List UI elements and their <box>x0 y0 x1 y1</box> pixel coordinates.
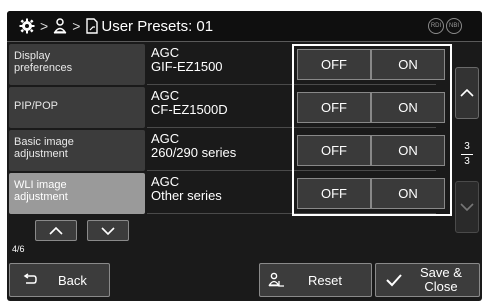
nbi-indicator-icon: NBI <box>446 18 462 34</box>
rdi-indicator-icon: RDI <box>428 18 444 34</box>
menu-item-basic-image-adjustment[interactable]: Basic image adjustment <box>9 130 145 171</box>
chevron-up-icon <box>460 89 474 97</box>
on-button[interactable]: ON <box>371 49 445 80</box>
status-indicators: RDI NBI <box>428 18 462 34</box>
total-pages: 3 <box>464 156 470 167</box>
agc-toggle: OFF ON <box>297 135 445 166</box>
current-page: 3 <box>464 141 470 152</box>
save-close-label: Save & Close <box>420 265 462 294</box>
scroll-down-button[interactable] <box>455 181 479 233</box>
setting-row-agc-gif-ez1500: AGC GIF-EZ1500 OFF ON <box>147 44 445 85</box>
menu-item-label: Display <box>14 50 51 62</box>
menu-item-pip-pop[interactable]: PIP/POP <box>9 87 145 128</box>
on-button[interactable]: ON <box>371 92 445 123</box>
setting-label: AGC CF-EZ1500D <box>151 88 228 117</box>
user-presets-screen: > > User Presets: 01 RDI NBI Display pre… <box>7 11 482 301</box>
checkmark-icon <box>386 274 402 287</box>
save-and-close-button[interactable]: Save & Close <box>375 263 480 297</box>
breadcrumb-separator: > <box>72 18 81 34</box>
reset-label: Reset <box>308 272 342 288</box>
user-icon <box>53 11 67 41</box>
menu-item-label: adjustment <box>14 191 68 203</box>
setting-row-agc-other-series: AGC Other series OFF ON <box>147 173 445 214</box>
menu-page-up-button[interactable] <box>35 220 77 241</box>
user-reset-icon <box>268 272 284 287</box>
menu-item-label: Basic image <box>14 136 74 148</box>
menu-page-down-button[interactable] <box>87 220 129 241</box>
return-arrow-icon <box>23 273 37 284</box>
menu-item-label: adjustment <box>14 148 68 160</box>
document-icon <box>85 11 99 41</box>
on-button[interactable]: ON <box>371 135 445 166</box>
menu-item-label: WLI image <box>14 179 67 191</box>
setting-label: AGC Other series <box>151 174 222 203</box>
setting-label: AGC 260/290 series <box>151 131 237 160</box>
settings-gear-icon[interactable] <box>19 11 35 41</box>
menu-item-wli-image-adjustment[interactable]: WLI image adjustment <box>9 173 145 214</box>
menu-item-label: preferences <box>14 62 73 74</box>
breadcrumb-separator: > <box>40 18 49 34</box>
setting-label: AGC GIF-EZ1500 <box>151 45 223 74</box>
off-button[interactable]: OFF <box>297 92 371 123</box>
menu-item-display-preferences[interactable]: Display preferences <box>9 44 145 85</box>
back-button[interactable]: Back <box>9 263 110 297</box>
chevron-down-icon <box>101 226 115 235</box>
on-button[interactable]: ON <box>371 178 445 209</box>
off-button[interactable]: OFF <box>297 49 371 80</box>
page-title: User Presets: 01 <box>101 17 214 35</box>
off-button[interactable]: OFF <box>297 135 371 166</box>
setting-row-agc-cf-ez1500d: AGC CF-EZ1500D OFF ON <box>147 87 445 128</box>
scroll-up-button[interactable] <box>455 67 479 119</box>
menu-item-label: PIP/POP <box>14 100 59 112</box>
back-label: Back <box>58 272 87 288</box>
header-bar: > > User Presets: 01 RDI NBI <box>7 11 482 42</box>
scroll-page-indicator: 3 3 <box>455 141 479 168</box>
chevron-up-icon <box>49 226 63 235</box>
agc-toggle: OFF ON <box>297 49 445 80</box>
agc-toggle: OFF ON <box>297 178 445 209</box>
chevron-down-icon <box>460 203 474 211</box>
agc-toggle: OFF ON <box>297 92 445 123</box>
setting-row-agc-260-290-series: AGC 260/290 series OFF ON <box>147 130 445 171</box>
reset-button[interactable]: Reset <box>259 263 372 297</box>
menu-page-indicator: 4/6 <box>12 244 25 254</box>
off-button[interactable]: OFF <box>297 178 371 209</box>
